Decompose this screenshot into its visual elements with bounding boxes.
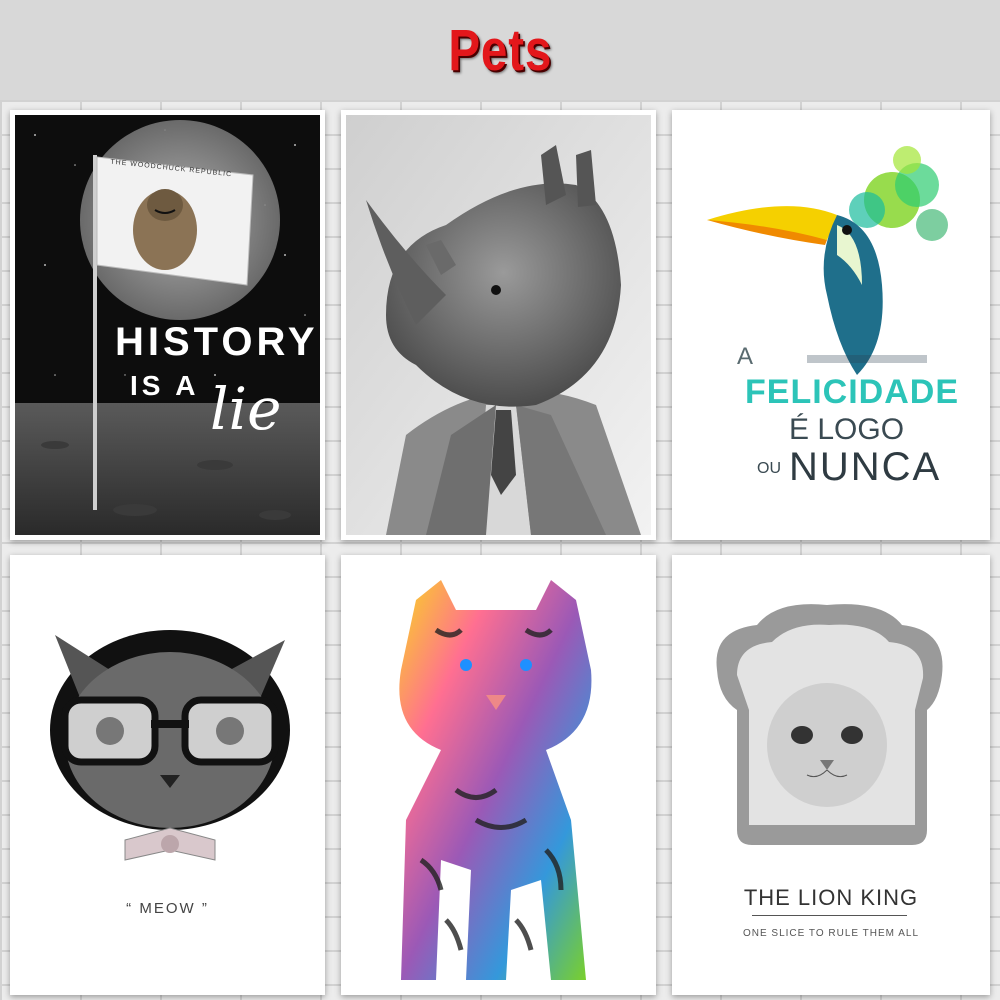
poster-text-a: A [737, 343, 754, 370]
page-title: Pets [448, 17, 552, 83]
header-bar: Pets [0, 0, 1000, 100]
poster-headline-line1: HISTORY [115, 320, 319, 364]
poster-text-ou: OU [757, 460, 781, 477]
poster-caption-meow: “ MEOW ” [126, 900, 209, 917]
poster-headline-line3: lie [210, 375, 282, 443]
poster-cat-meow[interactable]: “ MEOW ” [10, 555, 325, 995]
poster-history-is-a-lie[interactable]: THE WOODCHUCK REPUBLIC HISTORY IS A lie [10, 110, 325, 540]
flag-pole [93, 155, 97, 510]
poster-subtitle-lion-king: ONE SLICE TO RULE THEM ALL [742, 928, 920, 939]
rhino-illustration [346, 115, 651, 535]
poster-text-e-logo: É LOGO [789, 413, 905, 446]
poster-rainbow-tiger[interactable] [341, 555, 656, 995]
poster-toucan-felicidade[interactable]: A FELICIDADE É LOGO OU NUNCA [672, 110, 990, 540]
cat-bread-illustration [716, 604, 943, 845]
poster-title-lion-king: THE LION KING [743, 885, 919, 910]
poster-rhino-in-suit[interactable] [341, 110, 656, 540]
title-underline [752, 915, 907, 916]
poster-text-nunca: NUNCA [789, 445, 942, 489]
cat-glasses-illustration [50, 630, 290, 861]
rainbow-tiger-illustration [399, 580, 592, 980]
poster-lion-king[interactable]: THE LION KING ONE SLICE TO RULE THEM ALL [672, 555, 990, 995]
poster-headline-line2: IS A [130, 370, 200, 401]
poster-text-felicidade: FELICIDADE [745, 373, 959, 411]
